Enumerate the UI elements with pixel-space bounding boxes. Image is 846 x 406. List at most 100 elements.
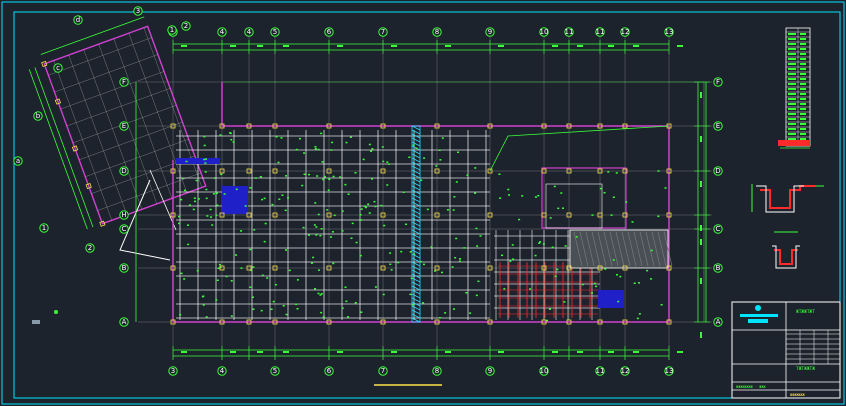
rebar-tag	[341, 210, 344, 212]
axis-bubble-label: D	[715, 167, 720, 175]
schedule-total-row	[778, 140, 810, 146]
rebar-tag	[557, 207, 560, 210]
dimension-text	[498, 45, 504, 47]
rebar-tag	[235, 188, 238, 191]
rebar-tag	[195, 179, 198, 182]
rebar-tag	[534, 196, 537, 198]
axis-bubble-skew: c	[53, 63, 63, 73]
rebar-tag	[193, 197, 196, 199]
rebar-tag	[422, 263, 425, 266]
schedule-cell-text	[788, 78, 796, 80]
rebar-tag	[400, 250, 403, 253]
axis-bubble-left: E	[119, 121, 129, 131]
rebar-tag	[590, 292, 593, 294]
axis-bubble-bottom: 12	[620, 366, 630, 376]
axis-bubble-right: E	[713, 121, 723, 131]
rebar-tag	[280, 137, 283, 139]
axis-bubble-label: 12	[621, 28, 630, 36]
rebar-tag	[563, 301, 566, 303]
stair-hatch	[411, 157, 421, 163]
axis-bubble-left: H	[119, 210, 129, 220]
axis-bubble-label: B	[716, 264, 721, 272]
dimension-text	[552, 351, 558, 353]
axis-bubble-label: F	[122, 78, 126, 86]
schedule-cell-text	[788, 33, 796, 35]
upper-right-inner	[545, 183, 603, 229]
rebar-tag	[373, 200, 376, 203]
rebar-tag	[320, 293, 323, 295]
rebar-tag	[347, 193, 350, 195]
rebar-tag	[317, 213, 320, 216]
axis-bubble-label: 11	[596, 367, 605, 375]
rebar-tag	[455, 181, 458, 183]
rebar-tag	[556, 268, 559, 271]
rebar-tag	[503, 288, 506, 290]
schedule-cell-text	[800, 123, 806, 125]
stair-hatch	[411, 253, 421, 259]
rebar-tag	[213, 177, 216, 179]
dimension-text	[633, 351, 639, 353]
rebar-tag	[252, 266, 255, 268]
rebar-tag	[512, 258, 515, 260]
rebar-tag	[507, 188, 510, 191]
dimension-text	[283, 351, 289, 353]
rebar-tag	[187, 243, 190, 246]
axis-bubble-label: 11	[596, 28, 605, 36]
stair-hatch	[411, 281, 421, 287]
schedule-cell-text	[800, 73, 806, 75]
rebar-tag	[354, 172, 357, 174]
rebar-tag	[180, 198, 183, 201]
axis-bubble-bottom: 3	[168, 366, 178, 376]
axis-bubble-left: A	[119, 317, 129, 327]
skew-grid	[54, 54, 158, 93]
dimension-text	[498, 351, 504, 353]
rebar-tag	[212, 193, 215, 195]
rebar-tag	[560, 192, 563, 194]
rebar-tag	[474, 167, 477, 169]
rebar-tag	[386, 184, 389, 186]
rebar-tag	[216, 204, 219, 207]
rebar-tag	[204, 162, 207, 164]
rebar-tag	[218, 263, 221, 266]
rebar-tag	[591, 214, 594, 216]
rebar-tag	[539, 241, 542, 243]
axis-bubble-bottom: 13	[664, 366, 674, 376]
schedule-cell-text	[788, 48, 796, 50]
rebar-tag	[548, 308, 551, 310]
axis-bubble-label: C	[716, 225, 721, 233]
stair-hatch	[411, 177, 421, 183]
stair-hatch	[411, 173, 421, 179]
rebar-tag	[345, 300, 348, 303]
rebar-tag	[359, 214, 362, 216]
schedule-cell-text	[800, 113, 806, 115]
rebar-tag	[320, 228, 323, 230]
rebar-tag	[229, 132, 232, 135]
rebar-tag	[310, 262, 313, 264]
schedule-cell-text	[788, 93, 796, 95]
title-block: ЖТЖЖТЖТ ТЖТЖЖТЖ ЖЖЖЖЖЖЖЖ · ЖЖЖ ЖЖЖЖЖЖЖ	[731, 301, 841, 399]
rebar-tag	[204, 171, 207, 173]
rebar-tag	[178, 222, 181, 225]
schedule-cell-text	[800, 48, 806, 50]
rebar-tag	[499, 197, 502, 199]
rebar-tag	[288, 269, 291, 272]
rebar-tag	[411, 303, 414, 306]
axis-bubble-label: 1	[170, 26, 174, 34]
cad-viewport[interactable]: 244567891011111213345678910111213FEDHCBA…	[0, 0, 846, 406]
dimension-text	[677, 351, 683, 353]
rebar-tag	[344, 286, 347, 289]
rebar-tag	[215, 214, 218, 217]
rebar-tag	[308, 173, 311, 176]
rebar-tag	[341, 230, 344, 232]
rebar-tag	[183, 278, 186, 280]
axis-bubble-bottom: 10	[539, 366, 549, 376]
rebar-tag	[455, 237, 458, 240]
schedule-cell-text	[800, 93, 806, 95]
rebar-tag	[350, 237, 353, 239]
axis-bubble-label: 2	[184, 22, 188, 30]
schedule-cell-text	[800, 78, 806, 80]
rebar-tag	[409, 251, 412, 253]
rebar-tag	[405, 223, 408, 226]
stair-hatch	[411, 221, 421, 227]
rebar-tag	[188, 204, 191, 206]
